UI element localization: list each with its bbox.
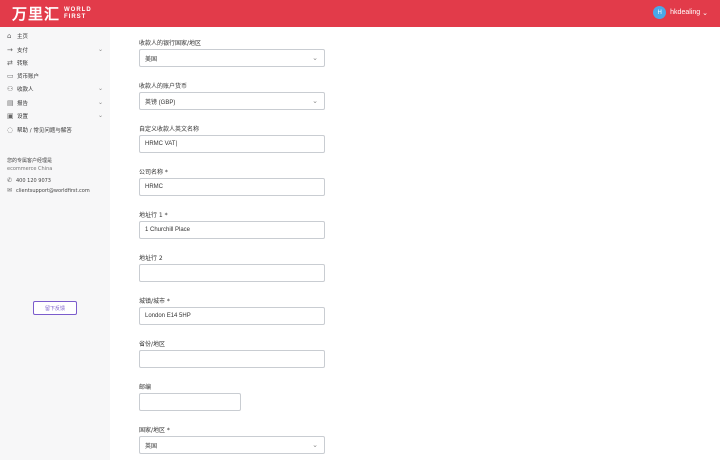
sidebar-item-transfer[interactable]: ⇄ 转账 xyxy=(7,57,103,68)
sidebar-item-accounts[interactable]: ▭ 货币账户 xyxy=(7,70,103,81)
chevron-down-icon: ⌄ xyxy=(97,46,103,53)
sidebar-item-help[interactable]: ◌ 帮助 / 常见问题与解答 xyxy=(7,124,103,135)
postcode-label: 邮编 xyxy=(139,384,152,391)
sidebar-item-home[interactable]: ⌂ 主页 xyxy=(7,30,103,41)
address1-label: 地址行 1 * xyxy=(139,212,168,219)
avatar: H xyxy=(653,6,667,19)
currency-select[interactable]: 英镑 (GBP) ⌄ xyxy=(139,92,325,110)
sidebar: ⌂ 主页 → 支付 ⌄ ⇄ 转账 ▭ 货币账户 ⚇ 收款人 ⌄ ▤ 报告 ⌄ ▣… xyxy=(0,27,110,460)
company-input[interactable]: HRMC xyxy=(139,178,325,196)
company-label: 公司名称 * xyxy=(139,169,168,176)
report-icon: ▤ xyxy=(7,98,14,107)
phone-icon: ✆ xyxy=(7,177,13,184)
bank-country-label: 收款人的银行国家/地区 xyxy=(139,40,202,47)
chevron-down-icon: ⌄ xyxy=(312,55,318,62)
user-name: hkdealing xyxy=(670,9,701,16)
logo-english: WORLD FIRST xyxy=(64,6,92,20)
mail-icon: ✉ xyxy=(7,187,13,194)
manager-team: ecommerce China xyxy=(7,166,53,172)
beneficiary-form: 收款人的银行国家/地区 美国 ⌄ 收款人的账户货币 英镑 (GBP) ⌄ 自定义… xyxy=(110,27,720,460)
postcode-input[interactable] xyxy=(139,393,241,411)
feedback-button[interactable]: 留下反馈 xyxy=(33,301,77,315)
manager-title: 您的专属客户经理是 xyxy=(7,158,53,164)
manager-phone[interactable]: ✆ 400 120 9073 xyxy=(7,177,51,184)
nickname-input[interactable]: HRMC VAT| xyxy=(139,135,325,153)
currency-label: 收款人的账户货币 xyxy=(139,83,188,90)
sidebar-item-payments[interactable]: → 支付 ⌄ xyxy=(7,44,103,55)
arrow-right-icon: → xyxy=(7,45,13,54)
province-input[interactable] xyxy=(139,350,325,368)
settings-icon: ▣ xyxy=(7,111,14,120)
address1-input[interactable]: 1 Churchill Place xyxy=(139,221,325,239)
wallet-icon: ▭ xyxy=(7,71,14,80)
sidebar-item-beneficiaries[interactable]: ⚇ 收款人 ⌄ xyxy=(7,83,103,94)
sidebar-item-settings[interactable]: ▣ 设置 ⌄ xyxy=(7,110,103,121)
country-label: 国家/地区 * xyxy=(139,427,170,434)
chevron-down-icon: ⌄ xyxy=(702,9,708,17)
chevron-down-icon: ⌄ xyxy=(312,98,318,105)
country-select[interactable]: 英国 ⌄ xyxy=(139,436,325,454)
logo-chinese: 万里汇 xyxy=(12,5,61,23)
sidebar-item-reports[interactable]: ▤ 报告 ⌄ xyxy=(7,97,103,108)
nickname-label: 自定义收款人英文名称 xyxy=(139,126,200,133)
address2-input[interactable] xyxy=(139,264,325,282)
manager-email[interactable]: ✉ clientsupport@worldfirst.com xyxy=(7,187,90,194)
top-bar: 万里汇 WORLD FIRST H hkdealing ⌄ xyxy=(0,0,720,27)
transfer-icon: ⇄ xyxy=(7,58,13,67)
city-label: 城镇/城市 * xyxy=(139,298,170,305)
worldfirst-logo[interactable]: 万里汇 WORLD FIRST xyxy=(12,3,92,24)
help-icon: ◌ xyxy=(7,125,14,134)
chevron-down-icon: ⌄ xyxy=(97,85,103,92)
chevron-down-icon: ⌄ xyxy=(97,112,103,119)
bank-country-select[interactable]: 美国 ⌄ xyxy=(139,49,325,67)
home-icon: ⌂ xyxy=(7,31,12,40)
person-icon: ⚇ xyxy=(7,84,14,93)
chevron-down-icon: ⌄ xyxy=(312,442,318,449)
user-menu[interactable]: H hkdealing ⌄ xyxy=(653,6,708,19)
address2-label: 地址行 2 xyxy=(139,255,163,262)
city-input[interactable]: London E14 5HP xyxy=(139,307,325,325)
province-label: 省份/地区 xyxy=(139,341,166,348)
chevron-down-icon: ⌄ xyxy=(97,99,103,106)
